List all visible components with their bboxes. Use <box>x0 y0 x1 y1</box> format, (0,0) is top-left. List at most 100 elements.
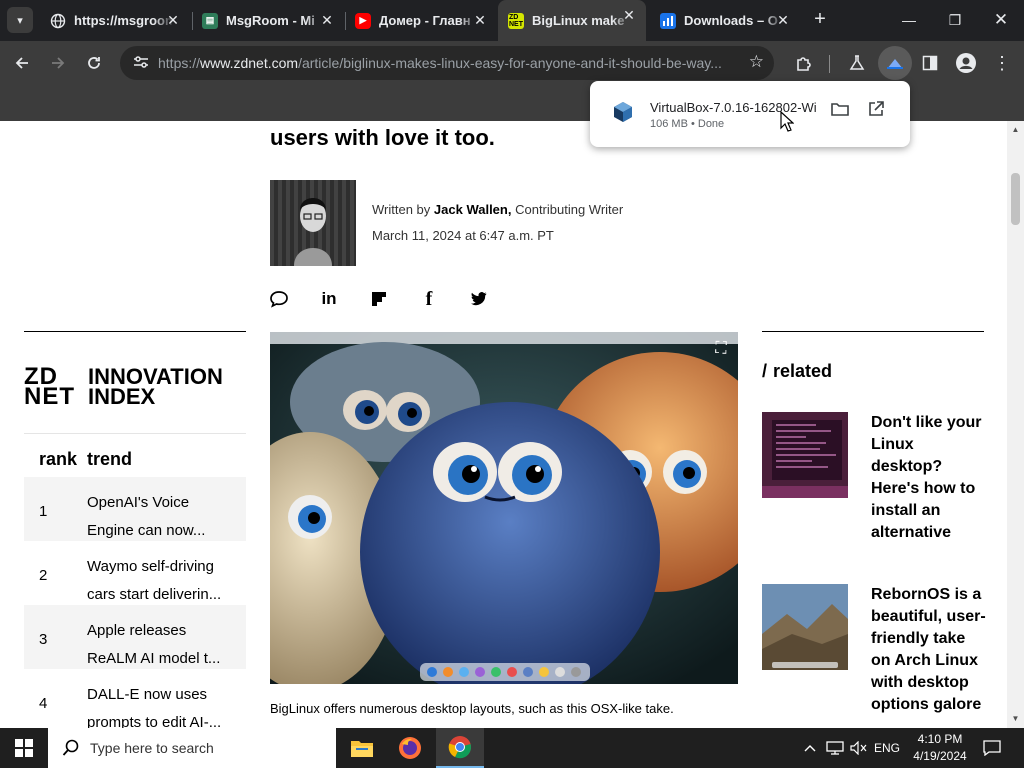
scroll-down-arrow[interactable]: ▼ <box>1007 712 1024 726</box>
scroll-thumb[interactable] <box>1011 173 1020 225</box>
tab-search-button[interactable]: ▾ <box>7 7 33 33</box>
linkedin-icon[interactable]: in <box>317 287 341 311</box>
downloads-button[interactable] <box>878 46 912 80</box>
author-photo[interactable] <box>270 180 356 266</box>
related-article-link[interactable]: RebornOS is a beautiful, user-friendly t… <box>871 584 989 716</box>
windows-taskbar: Type here to search ENG 4:10 PM 4/19/202… <box>0 728 1024 768</box>
download-filename[interactable]: VirtualBox-7.0.16-162802-Wi <box>650 100 820 115</box>
globe-icon <box>50 13 66 29</box>
related-article-link[interactable]: Don't like your Linux desktop? Here's ho… <box>871 412 989 544</box>
network-icon[interactable] <box>824 728 846 768</box>
chart-icon <box>660 12 676 29</box>
extensions-icon[interactable] <box>790 49 818 77</box>
notification-center-icon[interactable] <box>978 728 1006 768</box>
divider-right <box>762 331 984 332</box>
zdnet-logo[interactable]: ZD NET <box>24 365 75 409</box>
taskbar-search-box[interactable]: Type here to search <box>48 728 336 768</box>
menu-kebab-icon[interactable]: ⋮ <box>988 49 1016 77</box>
rank-number: 3 <box>39 631 48 648</box>
close-window-button[interactable]: ✕ <box>978 0 1024 41</box>
article-date: March 11, 2024 at 6:47 a.m. PT <box>372 228 554 243</box>
labs-flask-icon[interactable] <box>843 49 871 77</box>
site-info-icon[interactable] <box>126 55 156 72</box>
start-button[interactable] <box>0 728 48 768</box>
download-bubble: VirtualBox-7.0.16-162802-Wi 106 MB • Don… <box>590 81 910 147</box>
related-label: related <box>773 361 833 381</box>
restore-button[interactable]: ❐ <box>932 0 978 41</box>
forward-button[interactable] <box>44 49 72 77</box>
tray-chevron-up-icon[interactable] <box>800 728 820 768</box>
article-hero-image[interactable]: ⛶ <box>270 332 738 684</box>
download-status: 106 MB • Done <box>650 118 725 130</box>
tab-strip: ▾ https://msgroom ✕ ▤ MsgRoom - Mi ✕ ▶ Д… <box>0 0 1024 41</box>
trend-link[interactable]: DALL-E now uses prompts to edit AI-... <box>87 681 237 728</box>
reload-button[interactable] <box>80 49 108 77</box>
related-heading: / related <box>762 361 832 382</box>
tab-msgroom-url[interactable]: https://msgroom ✕ <box>40 5 190 36</box>
close-tab-icon[interactable]: ✕ <box>318 11 336 29</box>
trend-link[interactable]: Waymo self-driving cars start deliverin.… <box>87 553 237 609</box>
comment-icon[interactable] <box>267 287 291 311</box>
page-scrollbar[interactable]: ▲ ▼ <box>1007 121 1024 728</box>
new-tab-button[interactable]: + <box>808 8 832 32</box>
url-text[interactable]: https://www.zdnet.com/article/biglinux-m… <box>158 55 743 71</box>
trend-row[interactable]: 1 OpenAI's Voice Engine can now... <box>24 477 246 541</box>
trend-link[interactable]: OpenAI's Voice Engine can now... <box>87 489 237 545</box>
trend-header: trend <box>87 449 132 469</box>
trend-row[interactable]: 4 DALL-E now uses prompts to edit AI-... <box>24 669 246 728</box>
tab-title: Downloads – O <box>684 13 778 28</box>
tab-msgroom[interactable]: ▤ MsgRoom - Mi ✕ <box>192 5 344 36</box>
search-icon <box>62 739 80 757</box>
system-clock[interactable]: 4:10 PM 4/19/2024 <box>900 731 980 765</box>
author-role: Contributing Writer <box>515 202 624 217</box>
clock-time: 4:10 PM <box>917 732 963 746</box>
related-slash: / <box>762 361 768 381</box>
profile-avatar-icon[interactable] <box>952 49 980 77</box>
bookmark-star-icon[interactable]: ☆ <box>749 52 764 72</box>
close-tab-icon[interactable]: ✕ <box>774 11 792 29</box>
chrome-icon[interactable] <box>436 728 484 768</box>
twitter-icon[interactable] <box>467 287 491 311</box>
facebook-icon[interactable]: f <box>417 287 441 311</box>
firefox-icon[interactable] <box>386 728 434 768</box>
rank-number: 2 <box>39 567 48 584</box>
virtualbox-icon <box>612 101 634 123</box>
url-path: /article/biglinux-makes-linux-easy-for-a… <box>298 55 722 71</box>
back-button[interactable] <box>8 49 36 77</box>
close-tab-icon[interactable]: ✕ <box>471 11 489 29</box>
tab-downloads[interactable]: Downloads – O ✕ <box>650 5 800 36</box>
language-indicator[interactable]: ENG <box>872 728 902 768</box>
open-folder-icon[interactable] <box>829 101 851 123</box>
tab-title: Домер - Главн <box>379 13 471 28</box>
tab-youtube[interactable]: ▶ Домер - Главн ✕ <box>345 5 497 36</box>
trend-row[interactable]: 3 Apple releases ReALM AI model t... <box>24 605 246 669</box>
minimize-button[interactable]: — <box>886 0 932 41</box>
close-tab-icon[interactable]: ✕ <box>620 6 638 24</box>
zdnet-icon: ZD NET <box>508 12 524 29</box>
address-bar[interactable]: https://www.zdnet.com/article/biglinux-m… <box>120 46 774 80</box>
tab-title: https://msgroom <box>74 13 174 28</box>
rank-number: 1 <box>39 503 48 520</box>
trend-link[interactable]: Apple releases ReALM AI model t... <box>87 617 237 673</box>
close-tab-icon[interactable]: ✕ <box>164 11 182 29</box>
flipboard-icon[interactable] <box>367 287 391 311</box>
mouse-cursor-icon <box>780 111 794 132</box>
tab-biglinux[interactable]: ZD NET BigLinux make ✕ <box>498 0 646 41</box>
windows-logo-icon <box>15 739 33 757</box>
innovation-index-title: INNOVATION INDEX <box>88 366 223 408</box>
trend-row[interactable]: 2 Waymo self-driving cars start deliveri… <box>24 541 246 605</box>
related-thumbnail[interactable] <box>762 584 848 670</box>
index-divider <box>24 433 246 434</box>
file-explorer-icon[interactable] <box>338 728 386 768</box>
scroll-up-arrow[interactable]: ▲ <box>1007 123 1024 137</box>
rank-number: 4 <box>39 695 48 712</box>
fullscreen-icon[interactable]: ⛶ <box>710 338 732 360</box>
browser-toolbar: https://www.zdnet.com/article/biglinux-m… <box>0 41 1024 85</box>
toolbar-divider <box>829 55 830 73</box>
byline-prefix: Written by <box>372 202 431 217</box>
open-external-icon[interactable] <box>865 101 887 123</box>
author-name-link[interactable]: Jack Wallen, <box>434 202 512 217</box>
side-panel-icon[interactable] <box>916 49 944 77</box>
volume-muted-icon[interactable] <box>848 728 870 768</box>
related-thumbnail[interactable] <box>762 412 848 498</box>
